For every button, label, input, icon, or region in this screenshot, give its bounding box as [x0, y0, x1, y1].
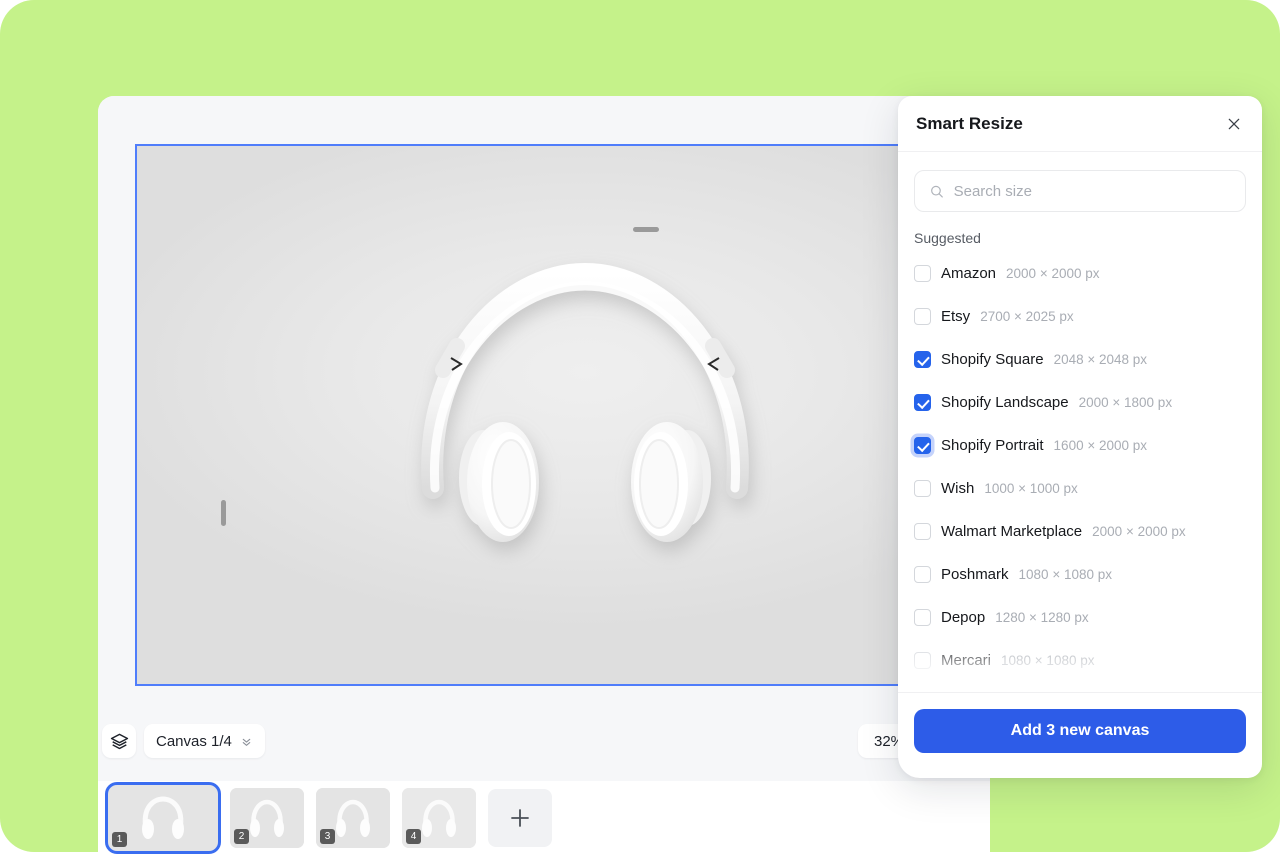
editor-window: insMind Canvas 1/4 32% [98, 96, 990, 781]
resize-handle-top[interactable] [633, 227, 659, 232]
search-input[interactable] [953, 182, 1231, 200]
size-option-etsy[interactable]: Etsy 2700 × 2025 px [914, 295, 1246, 338]
suggested-group-label: Suggested [914, 230, 981, 246]
screenshot-root: insMind Canvas 1/4 32% [0, 0, 1280, 854]
page-thumbnail-strip: 1 2 3 4 [98, 781, 990, 854]
size-option-amazon[interactable]: Amazon 2000 × 2000 px [914, 252, 1246, 295]
size-option-shopify-portrait[interactable]: Shopify Portrait 1600 × 2000 px [914, 424, 1246, 467]
search-icon [931, 185, 943, 198]
size-option-dimensions: 2000 × 2000 px [1092, 524, 1186, 539]
size-option-dimensions: 1080 × 1080 px [1001, 653, 1095, 668]
size-option-name: Wish [941, 480, 975, 497]
thumbnail-page-2[interactable]: 2 [230, 787, 304, 848]
size-option-dimensions: 2700 × 2025 px [980, 309, 1074, 324]
size-option-walmart-marketplace[interactable]: Walmart Marketplace 2000 × 2000 px [914, 510, 1246, 553]
size-option-wish[interactable]: Wish 1000 × 1000 px [914, 467, 1246, 510]
size-option-name: Walmart Marketplace [941, 523, 1083, 540]
canvas-selector[interactable]: Canvas 1/4 [144, 724, 265, 758]
thumbnail-page-1[interactable]: 1 [105, 781, 221, 854]
size-option-name: Amazon [941, 265, 997, 282]
thumbnail-page-3[interactable]: 3 [316, 787, 390, 848]
close-icon [1228, 118, 1240, 130]
size-option-shopify-landscape[interactable]: Shopify Landscape 2000 × 1800 px [914, 381, 1246, 424]
add-new-canvas-button[interactable]: Add 3 new canvas [914, 709, 1246, 753]
resize-handle-left[interactable] [221, 500, 226, 526]
panel-title: Smart Resize [916, 113, 1023, 133]
size-option-checkbox[interactable] [914, 609, 931, 626]
size-option-checkbox[interactable] [914, 566, 931, 583]
panel-body: Suggested Amazon 2000 × 2000 px Etsy 270… [898, 152, 1262, 692]
size-option-poshmark[interactable]: Poshmark 1080 × 1080 px [914, 553, 1246, 596]
size-option-checkbox[interactable] [914, 351, 931, 368]
layers-icon [110, 733, 128, 749]
size-option-checkbox[interactable] [914, 265, 931, 282]
smart-resize-panel: Smart Resize Suggested Amazon [898, 96, 1262, 778]
size-option-checkbox[interactable] [914, 652, 931, 669]
thumbnail-page-4[interactable]: 4 [402, 787, 476, 848]
size-option-name: Shopify Landscape [941, 394, 1069, 411]
search-size-box[interactable] [914, 170, 1246, 212]
size-option-name: Etsy [941, 308, 971, 325]
chevron-double-down-icon [242, 738, 251, 746]
size-option-checkbox[interactable] [914, 480, 931, 497]
product-photo [137, 146, 990, 684]
size-option-dimensions: 1280 × 1280 px [995, 610, 1089, 625]
canvas-workspace[interactable]: insMind [98, 96, 990, 759]
thumbnail-number-badge: 2 [234, 828, 249, 844]
panel-footer: Add 3 new canvas [898, 692, 1262, 778]
size-option-dimensions: 2000 × 2000 px [1006, 266, 1100, 281]
size-option-name: Mercari [941, 652, 992, 669]
size-option-dimensions: 1000 × 1000 px [984, 481, 1078, 496]
size-option-name: Poshmark [941, 566, 1009, 583]
size-option-checkbox[interactable] [914, 523, 931, 540]
size-option-mercari[interactable]: Mercari 1080 × 1080 px [914, 639, 1246, 682]
size-option-checkbox[interactable] [914, 437, 931, 454]
size-option-checkbox[interactable] [914, 394, 931, 411]
layers-button[interactable] [102, 724, 136, 758]
size-option-shopify-square[interactable]: Shopify Square 2048 × 2048 px [914, 338, 1246, 381]
size-option-dimensions: 2048 × 2048 px [1053, 352, 1148, 367]
thumbnail-number-badge: 1 [112, 831, 127, 847]
size-option-list: Amazon 2000 × 2000 px Etsy 2700 × 2025 p… [914, 252, 1246, 682]
plus-icon [511, 808, 529, 827]
size-option-name: Depop [941, 609, 986, 626]
thumbnail-number-badge: 3 [320, 828, 335, 844]
headphones-illustration [421, 262, 749, 542]
editor-bottom-bar: Canvas 1/4 32% [98, 716, 990, 781]
add-canvas-button[interactable] [488, 788, 552, 847]
size-option-checkbox[interactable] [914, 308, 931, 325]
close-panel-button[interactable] [1222, 112, 1246, 136]
thumbnail-number-badge: 4 [406, 828, 421, 844]
size-option-depop[interactable]: Depop 1280 × 1280 px [914, 596, 1246, 639]
size-option-dimensions: 2000 × 1800 px [1078, 395, 1173, 410]
artboard-selected[interactable] [135, 144, 990, 686]
canvas-selector-label: Canvas 1/4 [156, 732, 232, 750]
size-option-name: Shopify Square [941, 351, 1044, 368]
panel-header: Smart Resize [898, 96, 1262, 152]
size-option-name: Shopify Portrait [941, 437, 1044, 454]
size-option-dimensions: 1080 × 1080 px [1018, 567, 1112, 582]
size-option-dimensions: 1600 × 2000 px [1053, 438, 1148, 453]
